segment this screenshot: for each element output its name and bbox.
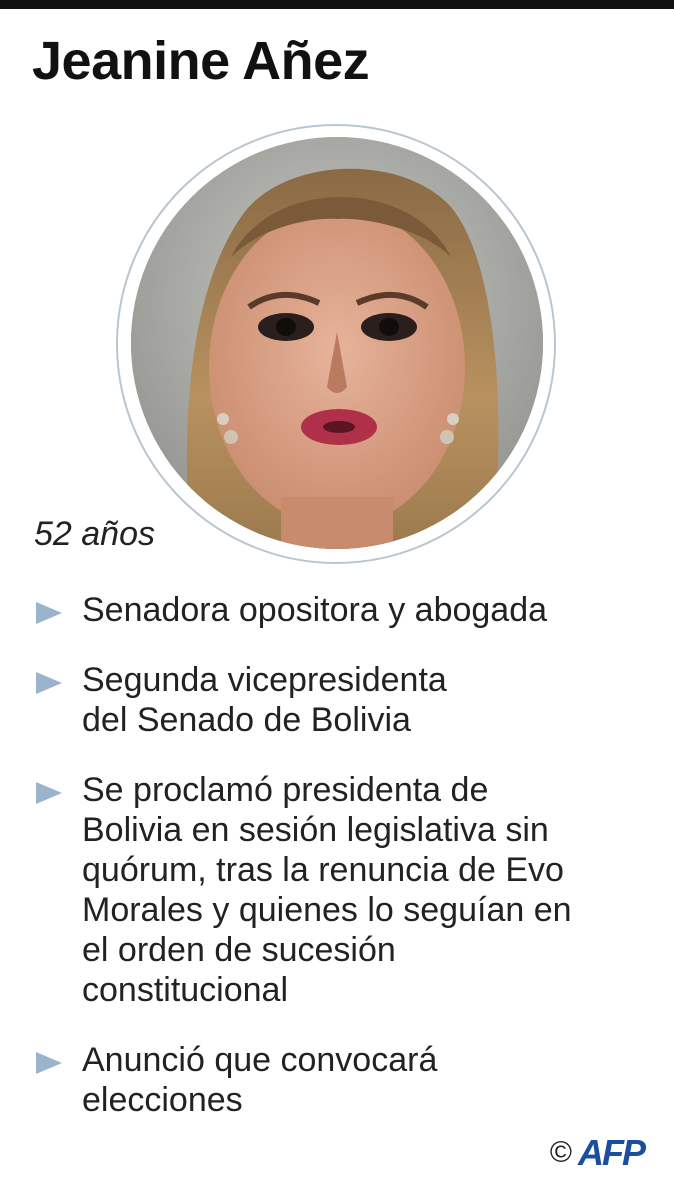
fact-text: Segunda vicepresidenta del Senado de Bol… [82,661,447,739]
list-item: Senadora opositora y abogada [36,590,656,630]
fact-text: Senadora opositora y abogada [82,591,548,629]
triangle-bullet-icon [36,602,62,624]
facts-list: Senadora opositora y abogada Segunda vic… [36,590,656,1150]
portrait-photo [131,137,543,549]
list-item: Anunció que convocará elecciones [36,1040,656,1120]
age-label: 52 años [34,515,155,553]
fact-text: Anunció que convocará elecciones [82,1041,438,1119]
list-item: Se proclamó presidenta de Bolivia en ses… [36,770,656,1010]
photo-credit: © AFP [549,1132,646,1174]
fact-text: Se proclamó presidenta de Bolivia en ses… [82,771,572,1009]
list-item: Segunda vicepresidenta del Senado de Bol… [36,660,656,740]
page-title: Jeanine Añez [32,31,370,91]
copyright-icon: © [549,1136,572,1169]
triangle-bullet-icon [36,672,62,694]
triangle-bullet-icon [36,782,62,804]
afp-logo: AFP [578,1132,646,1173]
triangle-bullet-icon [36,1052,62,1074]
top-bar [0,0,674,9]
